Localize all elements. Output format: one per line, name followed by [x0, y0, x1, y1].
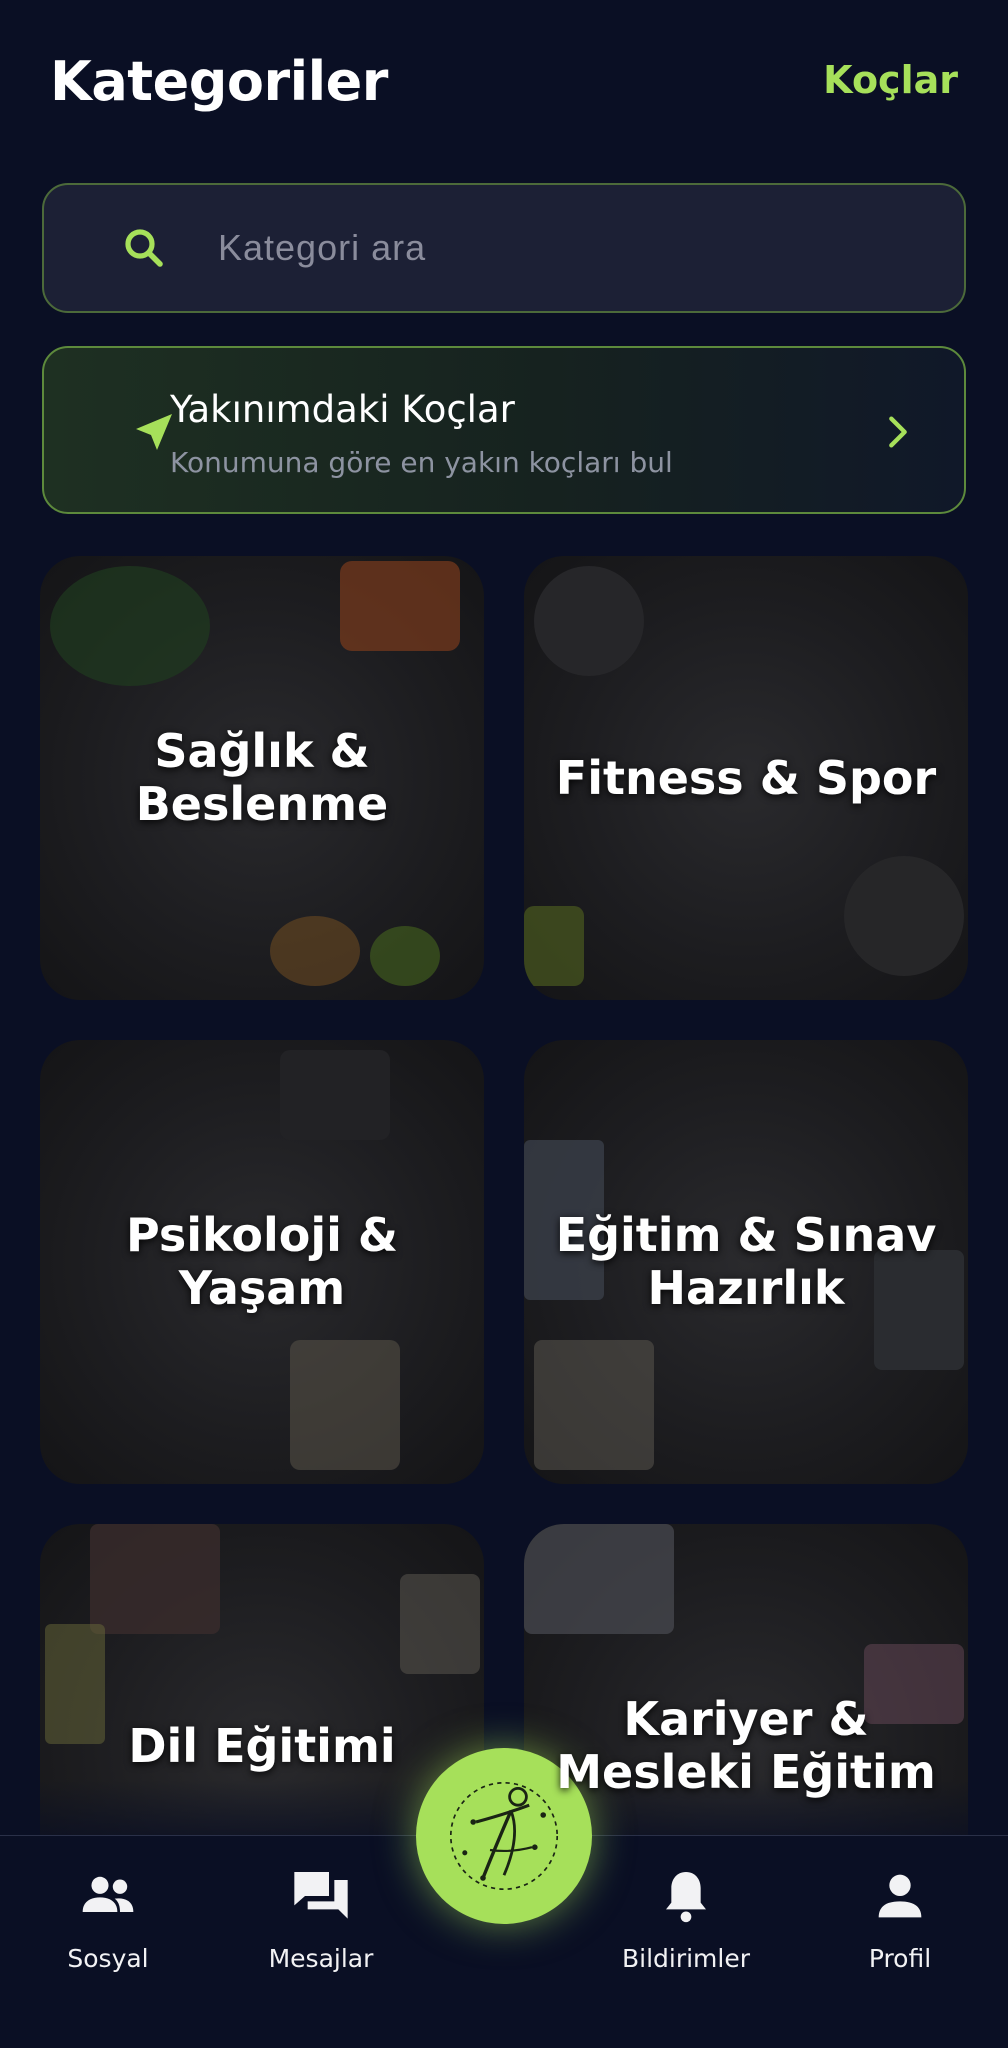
category-label: Psikoloji & Yaşam: [125, 1208, 399, 1315]
notebook-decoration: [534, 1340, 654, 1470]
category-card-psychology-life[interactable]: Psikoloji & Yaşam: [40, 1040, 484, 1484]
category-card-fitness-sport[interactable]: Fitness & Spor: [524, 556, 968, 1000]
books-decoration: [90, 1524, 220, 1634]
food-decoration: [270, 916, 360, 986]
category-label: Eğitim & Sınav Hazırlık: [555, 1208, 937, 1315]
tab-social[interactable]: Sosyal: [8, 1864, 208, 1973]
coaches-link[interactable]: Koçlar: [823, 58, 958, 102]
chat-icon: [294, 1872, 348, 1919]
nearby-coaches-card[interactable]: Yakınımdaki Koçlar Konumuna göre en yakı…: [42, 346, 966, 514]
notebook-decoration: [400, 1574, 480, 1674]
tab-label: Sosyal: [67, 1944, 149, 1973]
category-card-health-nutrition[interactable]: Sağlık & Beslenme: [40, 556, 484, 1000]
search-icon: [125, 229, 163, 267]
chevron-right-icon: [889, 416, 907, 448]
decor-decoration: [280, 1050, 390, 1140]
bell-icon: [666, 1872, 706, 1923]
search-placeholder: Kategori ara: [218, 227, 427, 268]
header: Kategoriler Koçlar: [0, 0, 1008, 170]
category-label: Sağlık & Beslenme: [135, 724, 389, 831]
tab-label: Mesajlar: [268, 1944, 374, 1973]
people-icon: [82, 1876, 134, 1912]
food-decoration: [50, 566, 210, 686]
tab-messages[interactable]: Mesajlar: [221, 1864, 421, 1973]
laptop-decoration: [524, 1524, 674, 1634]
category-label: Fitness & Spor: [555, 750, 937, 805]
food-decoration: [340, 561, 460, 651]
search-input[interactable]: Kategori ara: [42, 183, 966, 313]
tab-profile[interactable]: Profil: [800, 1864, 1000, 1973]
sticky-notes-decoration: [45, 1624, 105, 1744]
page-title: Kategoriler: [50, 50, 388, 113]
equipment-decoration: [534, 566, 644, 676]
nearby-subtitle: Konumuna göre en yakın koçları bul: [170, 446, 673, 479]
tab-label: Bildirimler: [621, 1944, 751, 1973]
equipment-decoration: [844, 856, 964, 976]
nearby-title: Yakınımdaki Koçlar: [170, 388, 515, 431]
category-card-education-exam[interactable]: Eğitim & Sınav Hazırlık: [524, 1040, 968, 1484]
decor-decoration: [290, 1340, 400, 1470]
food-decoration: [370, 926, 440, 986]
equipment-decoration: [524, 906, 584, 986]
tab-label: Profil: [868, 1944, 932, 1973]
tab-notifications[interactable]: Bildirimler: [586, 1864, 786, 1973]
category-label: Dil Eğitimi: [128, 1718, 396, 1773]
person-icon: [878, 1874, 922, 1918]
category-label: Kariyer & Mesleki Eğitim: [556, 1692, 936, 1799]
